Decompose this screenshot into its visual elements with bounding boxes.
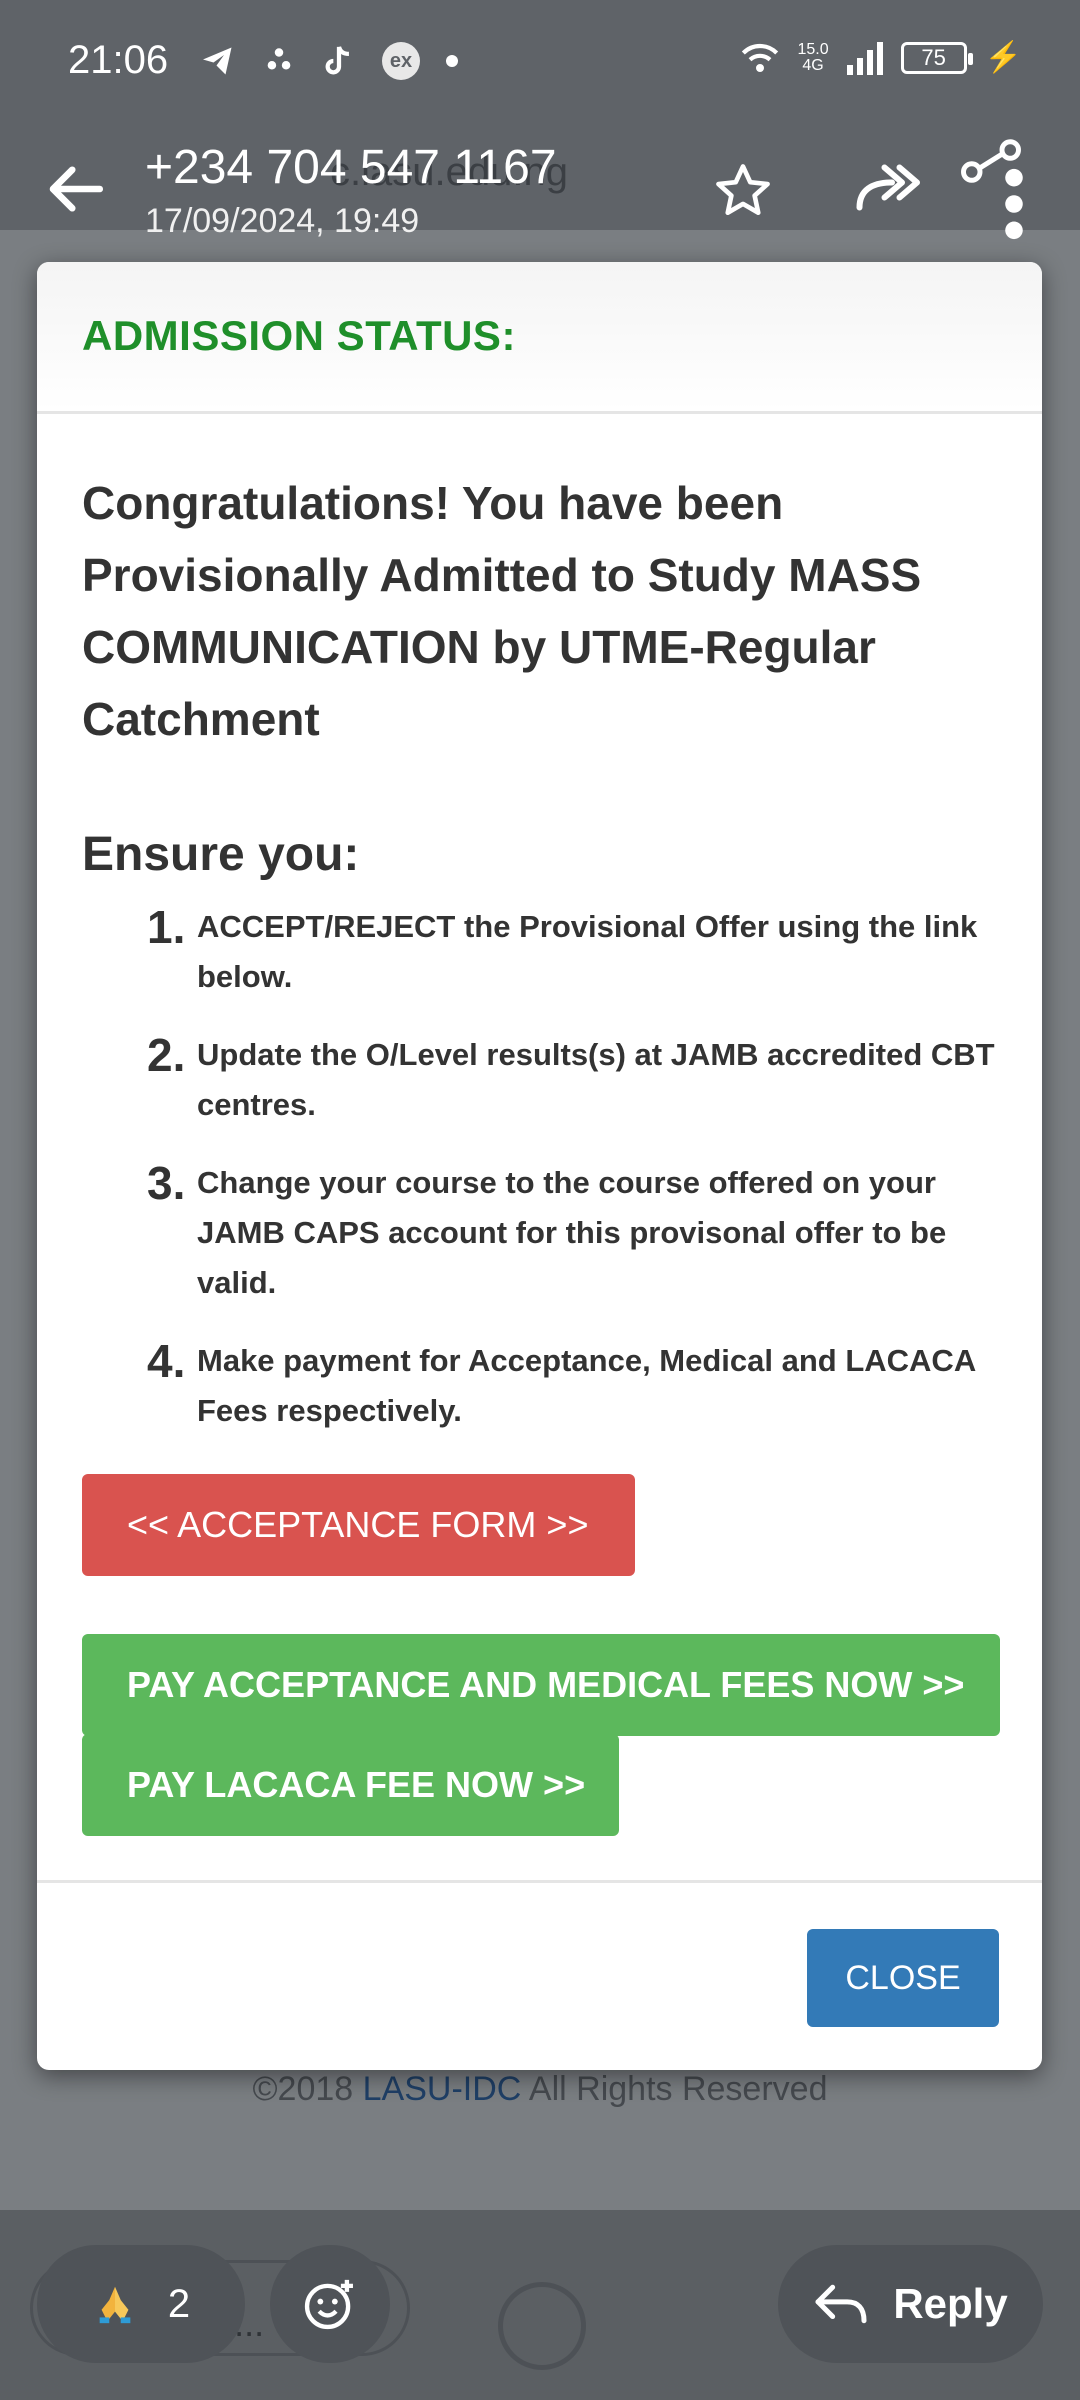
signal-icon — [846, 41, 883, 75]
step-item: 4. Make payment for Acceptance, Medical … — [147, 1336, 1027, 1436]
admission-message: Congratulations! You have been Provision… — [82, 477, 922, 745]
viewer-top-bar: +234 704 547 1167 17/09/2024, 19:49 — [0, 120, 1080, 250]
dialog-title: ADMISSION STATUS: — [82, 312, 516, 359]
network-speed-value: 15.0 — [797, 40, 829, 58]
status-bar: 21:06 ex 15.0 4G 75 ⚡ — [0, 0, 1080, 120]
step-item: 2. Update the O/Level results(s) at JAMB… — [147, 1030, 1027, 1130]
battery-icon: 75 — [900, 41, 973, 74]
reply-icon — [815, 2284, 867, 2324]
ensure-heading: Ensure you: — [82, 828, 360, 881]
steps-list: 1. ACCEPT/REJECT the Provisional Offer u… — [147, 902, 1027, 1464]
add-reaction-button[interactable] — [270, 2245, 390, 2363]
step-text: Update the O/Level results(s) at JAMB ac… — [197, 1037, 995, 1122]
pay-lacaca-button[interactable]: PAY LACACA FEE NOW >> — [82, 1734, 619, 1836]
step-text: Make payment for Acceptance, Medical and… — [197, 1343, 976, 1428]
charging-icon: ⚡ — [984, 41, 1022, 74]
wifi-icon — [741, 43, 778, 72]
step-number: 4. — [147, 1335, 186, 1387]
step-number: 3. — [147, 1157, 186, 1209]
footer-link: LASU-IDC — [362, 2070, 522, 2108]
reaction-count: 2 — [167, 2281, 191, 2326]
add-emoji-icon — [304, 2279, 353, 2330]
footer-copyright: ©2018 — [252, 2070, 363, 2108]
more-notifications-dot — [446, 55, 458, 67]
status-time: 21:06 — [68, 38, 169, 82]
system-indicators: 15.0 4G 75 ⚡ — [740, 40, 1022, 75]
footer-rest: All Rights Reserved — [521, 2070, 828, 2108]
step-number: 1. — [147, 901, 186, 953]
ex-app-icon: ex — [382, 42, 420, 80]
sender-number: +234 704 547 1167 — [145, 141, 557, 194]
dialog-header: ADMISSION STATUS: — [37, 262, 1042, 414]
tiktok-icon — [325, 46, 350, 75]
dialog-footer-divider — [37, 1880, 1042, 1883]
step-text: ACCEPT/REJECT the Provisional Offer usin… — [197, 909, 978, 994]
back-arrow-icon[interactable] — [42, 156, 108, 222]
star-icon[interactable] — [712, 160, 774, 222]
telegram-icon — [203, 47, 232, 75]
notification-icons: ex — [200, 42, 458, 80]
more-options-icon[interactable] — [1002, 166, 1026, 242]
step-number: 2. — [147, 1029, 186, 1081]
message-date: 17/09/2024, 19:49 — [145, 202, 420, 240]
step-item: 1. ACCEPT/REJECT the Provisional Offer u… — [147, 902, 1027, 1002]
forward-icon[interactable] — [852, 160, 922, 220]
praying-hands-icon — [99, 2286, 131, 2324]
pay-acceptance-medical-button[interactable]: PAY ACCEPTANCE AND MEDICAL FEES NOW >> — [82, 1634, 1000, 1736]
reply-label: Reply — [893, 2280, 1008, 2327]
network-type: 4G — [802, 56, 824, 74]
network-speed: 15.0 4G — [797, 40, 829, 74]
acceptance-form-button[interactable]: << ACCEPTANCE FORM >> — [82, 1474, 635, 1576]
background-footer: ©2018 LASU-IDC All Rights Reserved — [0, 2070, 1080, 2109]
reaction-button[interactable]: 2 — [37, 2245, 245, 2363]
step-item: 3. Change your course to the course offe… — [147, 1158, 1027, 1308]
admission-status-dialog: ADMISSION STATUS: Congratulations! You h… — [37, 262, 1042, 2070]
reply-button[interactable]: Reply — [778, 2245, 1043, 2363]
background-play-icon — [498, 2282, 586, 2370]
step-text: Change your course to the course offered… — [197, 1165, 947, 1300]
pinwheel-icon — [267, 48, 291, 70]
close-button[interactable]: CLOSE — [807, 1929, 999, 2027]
